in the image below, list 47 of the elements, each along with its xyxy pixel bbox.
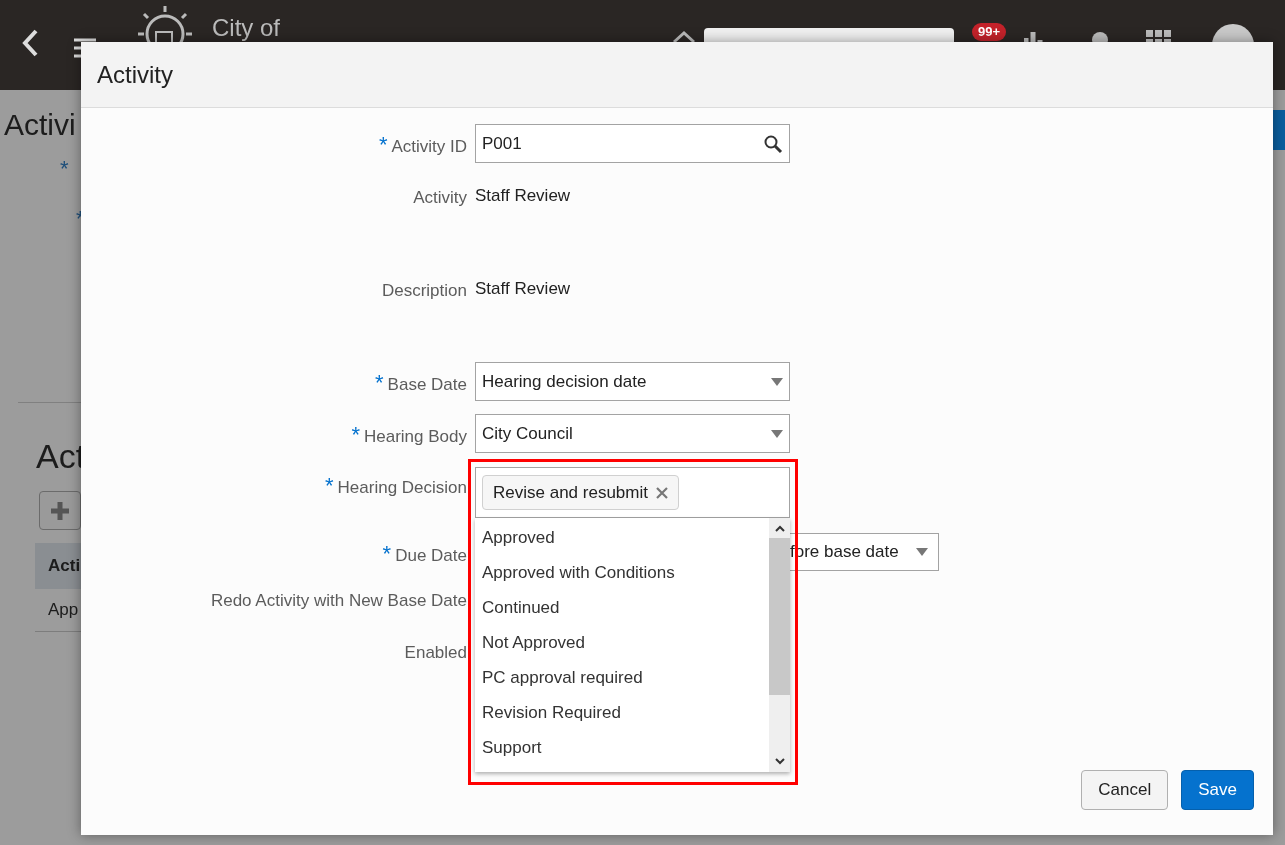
table-cell-text: App xyxy=(48,599,79,622)
dropdown-option[interactable]: Continued xyxy=(475,590,769,625)
required-mark: * xyxy=(382,543,392,565)
selected-token: Revise and resubmit xyxy=(482,475,679,510)
add-button[interactable] xyxy=(39,491,81,530)
scrollbar[interactable] xyxy=(769,518,790,772)
field-label: Hearing Decision xyxy=(337,477,467,499)
notification-badge[interactable]: 99+ xyxy=(972,23,1007,41)
required-mark: * xyxy=(60,158,70,180)
dropdown-option[interactable]: Support xyxy=(475,730,769,765)
page-title: Activi xyxy=(4,110,77,140)
required-mark: * xyxy=(378,134,388,156)
field-label: Enabled xyxy=(404,642,467,664)
scrollbar-thumb[interactable] xyxy=(769,538,790,695)
logo-text: City of xyxy=(212,13,280,43)
field-label: Activity xyxy=(413,187,467,209)
field-value: Staff Review xyxy=(475,278,571,300)
dialog-title: Activity xyxy=(97,59,173,90)
required-mark: * xyxy=(325,475,334,497)
select-field[interactable]: Hearing decision date xyxy=(475,362,790,401)
field-label: Activity ID xyxy=(391,136,467,158)
field-label: Description xyxy=(381,280,467,302)
dropdown-caret-icon xyxy=(916,548,928,556)
dropdown-option[interactable]: Not Approved xyxy=(475,625,769,660)
column-header: Acti xyxy=(48,555,81,578)
remove-icon[interactable] xyxy=(655,486,668,499)
field-label: Due Date xyxy=(395,545,467,567)
required-mark: * xyxy=(351,424,360,446)
field-label: Hearing Body xyxy=(364,426,467,448)
dropdown-option[interactable]: PC approval required xyxy=(475,660,769,695)
search-icon xyxy=(763,133,783,154)
activity-id-field[interactable]: P001 xyxy=(475,124,790,163)
multiselect-field[interactable]: Revise and resubmit xyxy=(475,467,790,518)
plus-icon xyxy=(50,500,70,521)
field-label: Redo Activity with New Base Date xyxy=(210,590,467,612)
required-mark: * xyxy=(375,372,384,394)
field-label: Base Date xyxy=(387,374,467,396)
dropdown-option[interactable]: Approved with Conditions xyxy=(475,555,769,590)
dropdown-option[interactable]: Approved xyxy=(475,520,769,555)
cancel-button[interactable]: Cancel xyxy=(1081,770,1169,810)
dropdown-caret-icon xyxy=(771,429,783,438)
dropdown-caret-icon xyxy=(771,377,783,386)
dropdown-option[interactable]: Revision Required xyxy=(475,695,769,730)
back-icon[interactable] xyxy=(20,28,40,58)
field-value: Staff Review xyxy=(475,185,571,207)
save-button[interactable]: Save xyxy=(1181,770,1254,810)
select-field[interactable]: City Council xyxy=(475,414,790,453)
